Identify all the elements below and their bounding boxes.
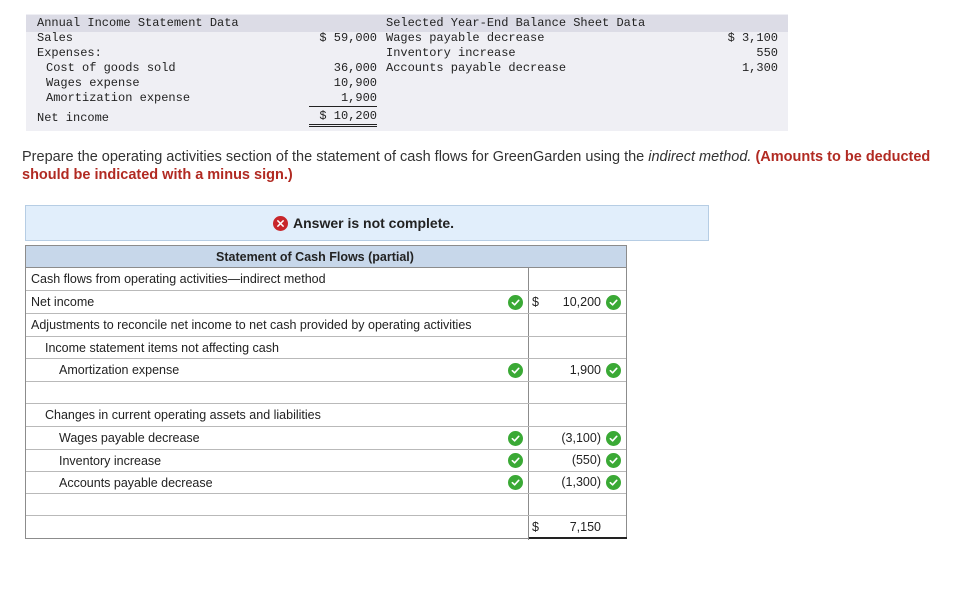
wages-expense-value: 10,900 bbox=[333, 76, 377, 90]
check-icon bbox=[606, 363, 621, 378]
net-income-label: Net income bbox=[37, 111, 110, 125]
total-underline bbox=[529, 537, 627, 539]
balance-sheet-header: Selected Year-End Balance Sheet Data bbox=[386, 16, 646, 30]
amortization-value: 1,900 bbox=[309, 91, 377, 107]
check-icon bbox=[508, 363, 523, 378]
given-data-panel: Annual Income Statement Data Sales Expen… bbox=[26, 14, 788, 131]
net-income-value: $ 10,200 bbox=[309, 109, 377, 127]
cash-flow-statement-table: Statement of Cash Flows (partial) Cash f… bbox=[25, 245, 627, 540]
accounts-payable-label: Accounts payable decrease bbox=[386, 61, 567, 75]
x-circle-icon bbox=[273, 215, 288, 231]
table-row: Changes in current operating assets and … bbox=[26, 404, 626, 427]
check-icon bbox=[606, 295, 621, 310]
table-row: Wages payable decrease bbox=[26, 427, 626, 450]
table-row: Adjustments to reconcile net income to n… bbox=[26, 314, 626, 337]
currency-symbol: $ bbox=[532, 295, 539, 309]
row-label-changes: Changes in current operating assets and … bbox=[45, 408, 321, 422]
check-icon bbox=[606, 453, 621, 468]
currency-symbol: $ bbox=[532, 520, 539, 534]
status-banner: Answer is not complete. bbox=[25, 205, 709, 241]
check-icon bbox=[508, 453, 523, 468]
inventory-value: 550 bbox=[756, 46, 778, 60]
net-cash-total: 7,150 bbox=[569, 520, 601, 534]
check-icon bbox=[606, 431, 621, 446]
check-icon bbox=[508, 295, 523, 310]
wages-payable-amount-input[interactable]: (3,100) bbox=[561, 431, 601, 445]
row-label-inventory: Inventory increase bbox=[59, 453, 162, 468]
sales-value: $ 59,000 bbox=[319, 31, 377, 45]
accounts-payable-value: 1,300 bbox=[741, 61, 778, 75]
check-icon bbox=[606, 475, 621, 490]
row-label-net-income: Net income bbox=[31, 295, 95, 309]
table-row: Inventory increase bbox=[26, 450, 626, 472]
table-row: Accounts payable decrease bbox=[26, 472, 626, 494]
inventory-amount-input[interactable]: (550) bbox=[572, 453, 601, 467]
instructions-text: Prepare the operating activities section… bbox=[22, 149, 649, 165]
check-icon bbox=[508, 431, 523, 446]
wages-expense-label: Wages expense bbox=[46, 76, 140, 90]
cogs-value: 36,000 bbox=[333, 61, 377, 75]
row-label-amortization: Amortization expense bbox=[59, 363, 180, 377]
table-row: Cash flows from operating activities—ind… bbox=[26, 268, 626, 291]
sales-label: Sales bbox=[37, 31, 74, 45]
table-row bbox=[26, 382, 626, 404]
status-text: Answer is not complete. bbox=[293, 215, 455, 231]
table-row bbox=[26, 494, 626, 516]
instructions: Prepare the operating activities section… bbox=[22, 148, 952, 184]
inventory-label: Inventory increase bbox=[386, 46, 516, 60]
amortization-label: Amortization expense bbox=[46, 91, 191, 105]
wages-payable-label: Wages payable decrease bbox=[386, 31, 545, 45]
instructions-method: indirect method. bbox=[648, 149, 752, 165]
row-label-wages-payable: Wages payable decrease bbox=[59, 431, 200, 445]
row-label-not-affecting: Income statement items not affecting cas… bbox=[45, 340, 279, 355]
row-label-adjustments: Adjustments to reconcile net income to n… bbox=[31, 318, 472, 332]
statement-title: Statement of Cash Flows (partial) bbox=[26, 246, 626, 268]
check-icon bbox=[508, 475, 523, 490]
accounts-payable-amount-input[interactable]: (1,300) bbox=[561, 475, 601, 489]
net-income-amount-input[interactable]: 10,200 bbox=[563, 295, 601, 309]
row-label-section: Cash flows from operating activities—ind… bbox=[31, 272, 326, 286]
row-label-accounts-payable: Accounts payable decrease bbox=[59, 475, 213, 490]
table-row: Amortization expense bbox=[26, 359, 626, 382]
table-row: Income statement items not affecting cas… bbox=[26, 337, 626, 359]
income-statement-header: Annual Income Statement Data bbox=[37, 16, 239, 30]
expenses-label: Expenses: bbox=[37, 46, 102, 60]
wages-payable-value: $ 3,100 bbox=[727, 31, 778, 45]
amortization-amount-input[interactable]: 1,900 bbox=[570, 363, 601, 377]
cogs-label: Cost of goods sold bbox=[46, 61, 176, 75]
